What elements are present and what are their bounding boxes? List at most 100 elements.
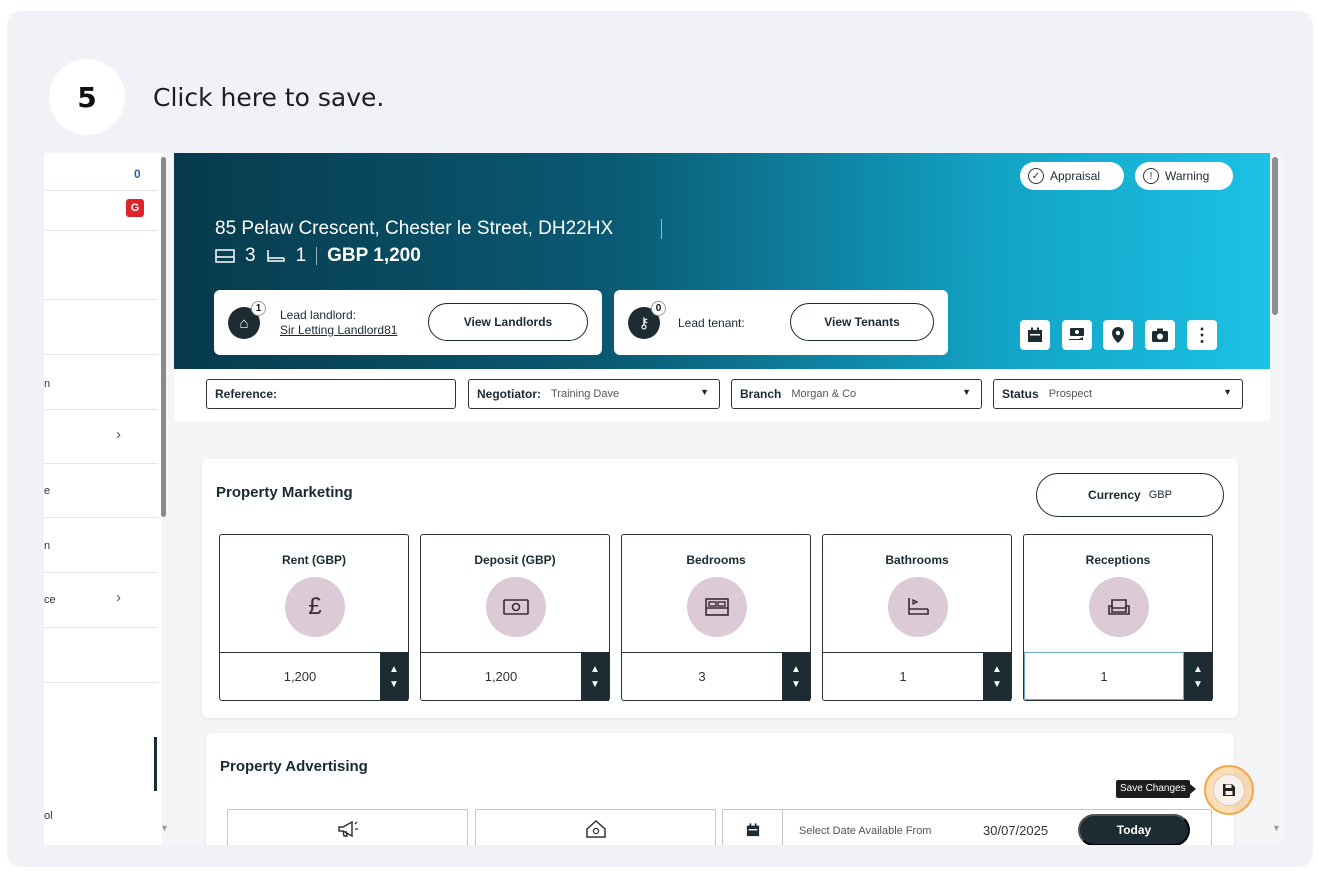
status-label: Status [1002,387,1039,401]
scrollbar-thumb[interactable] [1272,157,1278,315]
sofa-svg [1108,599,1130,615]
chevron-up-icon[interactable]: ▲ [992,664,1002,675]
sidebar-item[interactable]: ce › [44,573,158,628]
divider [661,219,662,239]
bedroom-count: 3 [245,245,256,266]
date-input[interactable]: 30/07/2025 [983,823,1048,838]
listing-toggle[interactable] [475,809,716,845]
appraisal-tag[interactable]: ✓ Appraisal [1020,162,1124,190]
currency-button[interactable]: Currency GBP [1036,473,1224,517]
branch-label: Branch [740,387,782,401]
sidebar-item[interactable]: 0 [44,153,158,191]
scroll-down-icon[interactable]: ▼ [1272,823,1281,833]
chevron-up-icon[interactable]: ▲ [389,664,399,675]
save-highlight [1204,765,1254,815]
panel-title: Property Advertising [220,758,368,775]
bathrooms-input[interactable]: 1 [823,652,983,700]
status-select[interactable]: Status Prospect ▼ [993,379,1243,409]
sidebar-item[interactable] [44,628,158,683]
status-value: Prospect [1048,388,1093,400]
bath-svg [908,598,929,615]
bed-icon [687,577,747,637]
stat-title: Deposit (GBP) [474,553,556,567]
rent-input[interactable]: 1,200 [220,652,380,700]
view-landlords-button[interactable]: View Landlords [428,303,588,341]
chevron-down-icon[interactable]: ▼ [1193,679,1203,690]
bed-svg [705,598,729,616]
stat-title: Rent (GBP) [282,553,346,567]
page-scrollbar[interactable]: ▼ [1272,153,1282,845]
warning-tag[interactable]: ! Warning [1135,162,1233,190]
location-button[interactable] [1103,320,1133,350]
calendar-icon[interactable] [723,810,783,845]
sidebar: 0 G n › e n ce › ol [44,153,162,845]
chevron-up-icon[interactable]: ▲ [1193,664,1203,675]
chevron-down-icon: ▼ [700,387,709,397]
landlord-name-link[interactable]: Sir Letting Landlord81 [280,323,397,337]
tag-label: Warning [1165,169,1210,183]
landlord-count: 1 [251,301,266,316]
rent-stat: Rent (GBP) £ 1,200 ▲ ▼ [219,534,409,701]
sidebar-item[interactable]: e [44,464,158,518]
landlord-card: ⌂ 1 Lead landlord: Sir Letting Landlord8… [214,290,602,355]
today-button[interactable]: Today [1078,814,1190,845]
money-hand-icon [1069,328,1084,340]
sidebar-item[interactable]: › [44,410,158,464]
chevron-up-icon[interactable]: ▲ [791,664,801,675]
negotiator-select[interactable]: Negotiator: Training Dave ▼ [468,379,720,409]
sidebar-item-label: n [44,540,51,552]
property-header: ✓ Appraisal ! Warning 85 Pelaw Crescent,… [174,153,1270,369]
sidebar-item[interactable] [44,300,158,355]
sidebar-item-label: ce [44,594,56,606]
chevron-down-icon[interactable]: ▼ [791,679,801,690]
deposit-input[interactable]: 1,200 [421,652,581,700]
property-address: 85 Pelaw Crescent, Chester le Street, DH… [215,218,614,239]
sidebar-item-label: e [44,485,51,497]
money-icon [486,577,546,637]
save-button[interactable] [1213,774,1245,806]
rent-stepper[interactable]: ▲ ▼ [380,652,408,701]
chevron-down-icon[interactable]: ▼ [992,679,1002,690]
calendar-button[interactable] [1020,320,1050,350]
bedrooms-input[interactable]: 3 [622,652,782,700]
chevron-up-icon[interactable]: ▲ [590,664,600,675]
receptions-stepper[interactable]: ▲ ▼ [1184,652,1212,701]
sidebar-item[interactable]: G [44,191,158,231]
sidebar-item-active[interactable] [44,737,158,791]
chevron-down-icon[interactable]: ▼ [590,679,600,690]
scroll-down-icon[interactable]: ▼ [160,823,169,833]
bedrooms-stepper[interactable]: ▲ ▼ [782,652,810,701]
receptions-input[interactable]: 1 [1024,652,1184,700]
pound-icon: £ [285,577,345,637]
more-options-button[interactable]: ⋮ [1187,320,1217,350]
reference-field[interactable]: Reference: [206,379,456,409]
bathrooms-stepper[interactable]: ▲ ▼ [983,652,1011,701]
view-tenants-button[interactable]: View Tenants [790,303,934,341]
chevron-down-icon: ▼ [1223,387,1232,397]
sidebar-item[interactable]: n [44,518,158,573]
advertise-toggle[interactable] [227,809,468,845]
tenant-label: Lead tenant: [678,316,745,330]
deposit-stepper[interactable]: ▲ ▼ [581,652,609,701]
payments-button[interactable] [1062,320,1092,350]
property-advertising-panel: Property Advertising Select Date Availab… [206,733,1234,845]
map-pin-icon [1112,327,1124,343]
property-specs: 3 1 GBP 1,200 [215,245,421,267]
sidebar-item-label: ol [44,810,53,822]
chevron-down-icon[interactable]: ▼ [389,679,399,690]
step-instruction: Click here to save. [153,83,385,112]
bathrooms-stat: Bathrooms 1 ▲ ▼ [822,534,1012,701]
check-circle-icon: ✓ [1028,168,1044,184]
sidebar-item[interactable] [44,231,158,300]
bedrooms-stat: Bedrooms 3 ▲ ▼ [621,534,811,701]
sidebar-badge: G [126,199,144,217]
sidebar-scrollbar[interactable] [161,157,166,517]
calendar-icon [1028,327,1042,342]
tag-label: Appraisal [1050,169,1101,183]
tenant-count: 0 [651,301,666,316]
panel-title: Property Marketing [216,484,353,501]
branch-select[interactable]: Branch Morgan & Co ▼ [731,379,982,409]
sidebar-item[interactable]: n [44,355,158,410]
landlord-avatar: ⌂ 1 [228,301,266,339]
photos-button[interactable] [1145,320,1175,350]
